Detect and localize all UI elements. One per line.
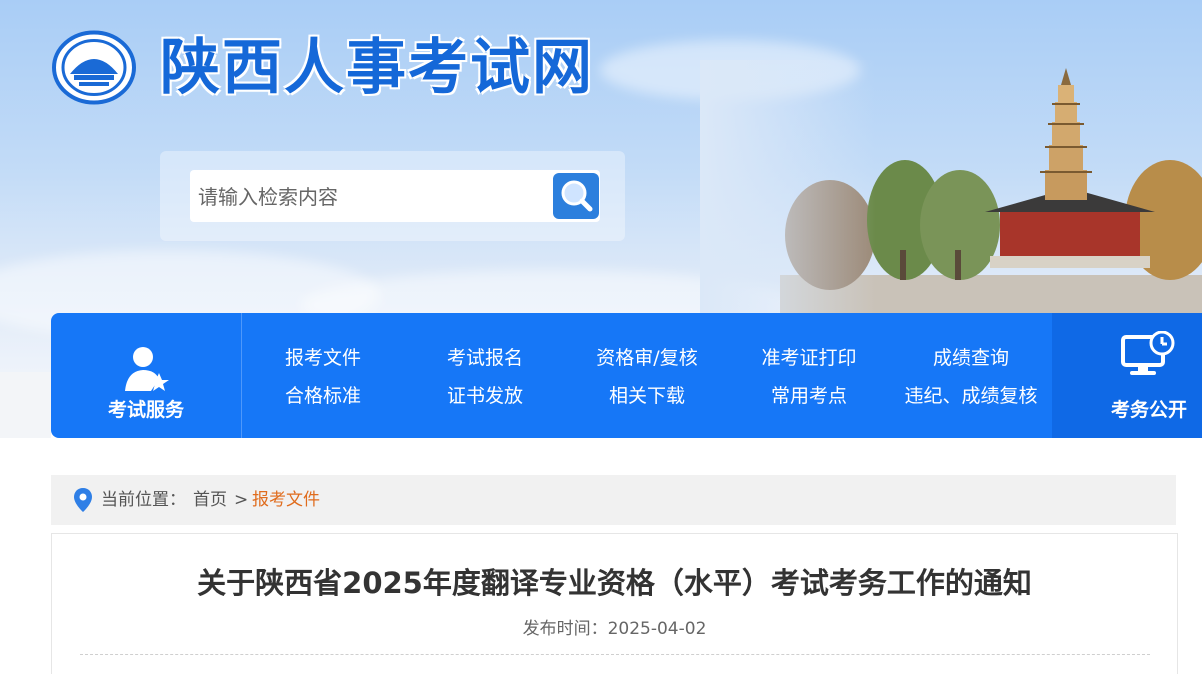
nav-link-zhunkaozheng[interactable]: 准考证打印 xyxy=(729,343,889,370)
search-icon xyxy=(561,180,593,212)
nav-exam-service[interactable]: 考试服务 xyxy=(51,313,242,438)
monitor-clock-icon xyxy=(1121,331,1175,375)
nav-link-kaoshi-baoming[interactable]: 考试报名 xyxy=(405,343,565,370)
nav-service-label: 考试服务 xyxy=(107,399,184,421)
nav-exam-public[interactable]: 考务公开 xyxy=(1052,313,1202,438)
user-star-icon xyxy=(125,347,169,391)
breadcrumb-current-link[interactable]: 报考文件 xyxy=(252,475,320,525)
nav-public-label: 考务公开 xyxy=(1110,399,1187,421)
logo-emblem-icon[interactable] xyxy=(52,30,136,105)
breadcrumb: 当前位置： 首页 > 报考文件 xyxy=(51,475,1176,525)
nav-link-zhengshu-fafang[interactable]: 证书发放 xyxy=(405,381,565,408)
breadcrumb-separator: > xyxy=(234,490,249,510)
search-input[interactable] xyxy=(196,170,550,224)
nav-link-hege-biaozhun[interactable]: 合格标准 xyxy=(243,381,403,408)
nav-link-baokao-wenjian[interactable]: 报考文件 xyxy=(243,343,403,370)
site-title[interactable]: 陕西人事考试网 xyxy=(160,28,594,108)
article-panel: 关于陕西省2025年度翻译专业资格（水平）考试考务工作的通知 发布时间：2025… xyxy=(51,533,1178,674)
nav-link-chengji-chaxun[interactable]: 成绩查询 xyxy=(891,343,1051,370)
breadcrumb-prefix: 当前位置： xyxy=(101,490,186,510)
main-nav: 考试服务 报考文件 考试报名 资格审/复核 准考证打印 成绩查询 合格标准 证书… xyxy=(51,313,1202,438)
search-box xyxy=(190,170,600,224)
article-title: 关于陕西省2025年度翻译专业资格（水平）考试考务工作的通知 xyxy=(197,566,1032,600)
location-pin-icon xyxy=(74,488,92,512)
breadcrumb-home-link[interactable]: 首页 xyxy=(193,475,227,525)
article-divider xyxy=(80,654,1150,655)
search-button[interactable] xyxy=(553,173,599,219)
article-publish-date: 发布时间：2025-04-02 xyxy=(522,619,707,639)
nav-link-weiji-fuhe[interactable]: 违纪、成绩复核 xyxy=(891,381,1051,408)
left-shadow-strip xyxy=(0,372,51,438)
nav-link-xiangguan-xiazai[interactable]: 相关下载 xyxy=(567,381,727,408)
nav-link-changyong-kaodian[interactable]: 常用考点 xyxy=(729,381,889,408)
nav-link-zige-shenhe[interactable]: 资格审/复核 xyxy=(567,343,727,370)
